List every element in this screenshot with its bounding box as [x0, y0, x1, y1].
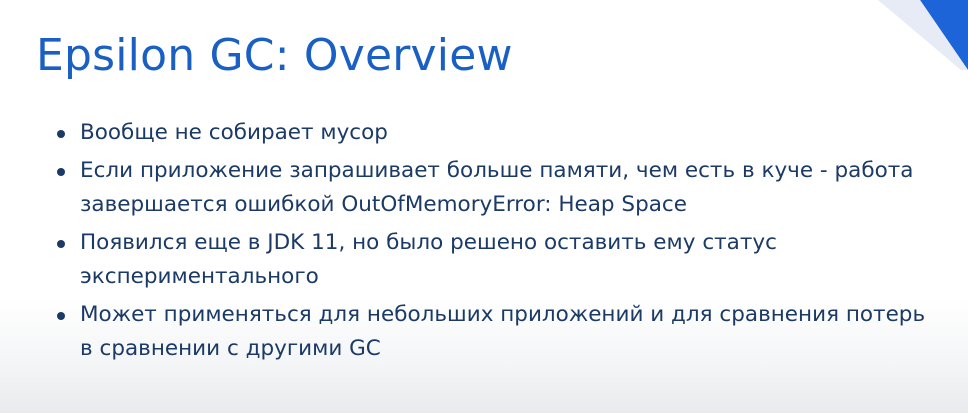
- bullet-text: Если приложение запрашивает больше памят…: [80, 157, 914, 218]
- bullet-text: Появился еще в JDK 11, но было решено ос…: [80, 229, 777, 290]
- bullet-dot-icon: [57, 311, 65, 320]
- bullet-item: Появился еще в JDK 11, но было решено ос…: [54, 226, 934, 295]
- bullet-item: Может применяться для небольших приложен…: [54, 298, 934, 367]
- bullet-list: Вообще не собирает мусор Если приложение…: [54, 116, 934, 370]
- bullet-text: Вообще не собирает мусор: [80, 120, 388, 145]
- bullet-dot-icon: [57, 167, 65, 176]
- corner-accent-shape: [878, 0, 968, 70]
- bullet-dot-icon: [57, 130, 65, 138]
- bullet-item: Если приложение запрашивает больше памят…: [54, 154, 934, 223]
- bullet-text: Может применяться для небольших приложен…: [80, 301, 926, 362]
- slide-title: Epsilon GC: Overview: [36, 30, 513, 81]
- bullet-dot-icon: [57, 239, 65, 248]
- bullet-item: Вообще не собирает мусор: [54, 116, 934, 151]
- slide: Epsilon GC: Overview Вообще не собирает …: [0, 0, 968, 413]
